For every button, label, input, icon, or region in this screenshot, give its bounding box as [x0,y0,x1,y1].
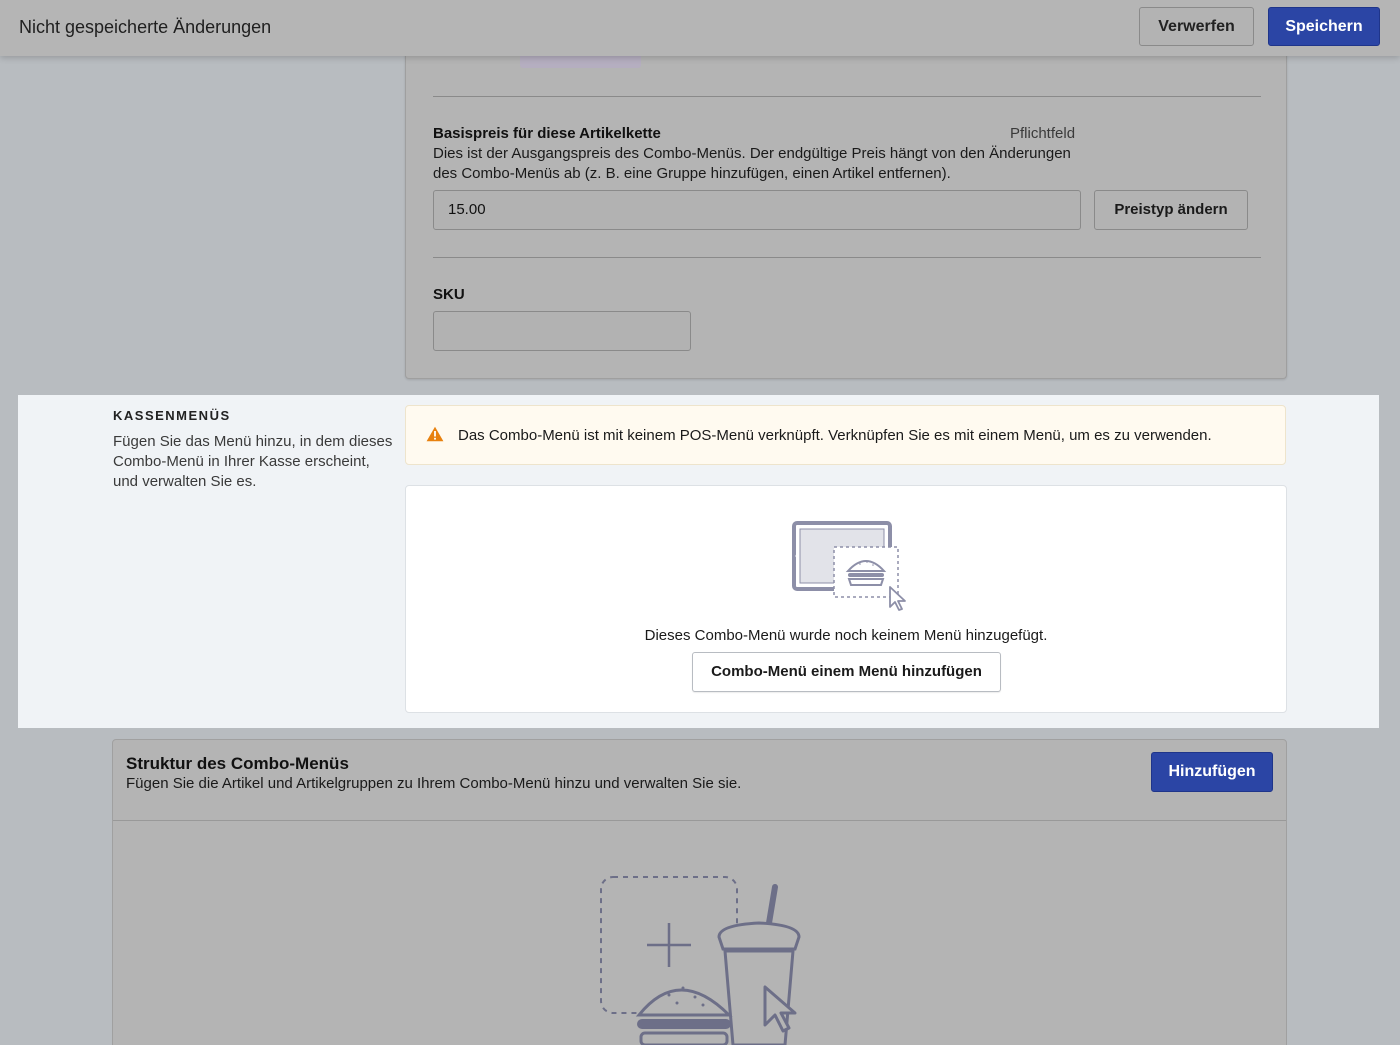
save-button[interactable]: Speichern [1268,7,1380,46]
base-price-description-line2: des Combo-Menüs ab (z. B. eine Gruppe hi… [433,165,951,182]
add-to-menu-button[interactable]: Combo-Menü einem Menü hinzufügen [692,652,1001,692]
pos-menus-heading: KASSENMENÜS [113,408,231,423]
required-hint: Pflichtfeld [1010,125,1076,142]
warning-icon [426,426,444,447]
divider [433,96,1261,97]
unsaved-changes-bar: Nicht gespeicherte Änderungen Verwerfen … [0,0,1400,56]
combo-structure-subtitle: Fügen Sie die Artikel und Artikelgruppen… [126,775,742,792]
tablet-burger-illustration-icon [792,521,922,616]
warning-text: Das Combo-Menü ist mit keinem POS-Menü v… [458,427,1212,444]
price-card: Basispreis für diese Artikelkette Pflich… [405,30,1287,379]
pos-menus-empty-state: Dieses Combo-Menü wurde noch keinem Menü… [405,485,1287,713]
pos-menus-subtitle: Fügen Sie das Menü hinzu, in dem dieses … [113,433,393,490]
base-price-description-line1: Dies ist der Ausgangspreis des Combo-Men… [433,145,1071,162]
not-linked-warning: Das Combo-Menü ist mit keinem POS-Menü v… [405,405,1286,465]
sku-input[interactable] [433,311,691,351]
add-button[interactable]: Hinzufügen [1151,752,1273,792]
change-price-type-button[interactable]: Preistyp ändern [1094,190,1248,230]
combo-structure-title: Struktur des Combo-Menüs [126,754,349,773]
discard-button[interactable]: Verwerfen [1139,7,1254,46]
unsaved-changes-title: Nicht gespeicherte Änderungen [19,17,272,37]
divider [113,820,1286,821]
divider [433,257,1261,258]
base-price-label: Basispreis für diese Artikelkette [433,125,661,142]
empty-state-text: Dieses Combo-Menü wurde noch keinem Menü… [644,627,1048,644]
pos-menus-section: KASSENMENÜS Fügen Sie das Menü hinzu, in… [18,395,1379,728]
base-price-input[interactable]: 15.00 [433,190,1081,230]
sku-label: SKU [433,286,465,303]
combo-food-illustration-icon [599,875,829,1045]
combo-structure-card: Struktur des Combo-Menüs Fügen Sie die A… [112,739,1287,1045]
